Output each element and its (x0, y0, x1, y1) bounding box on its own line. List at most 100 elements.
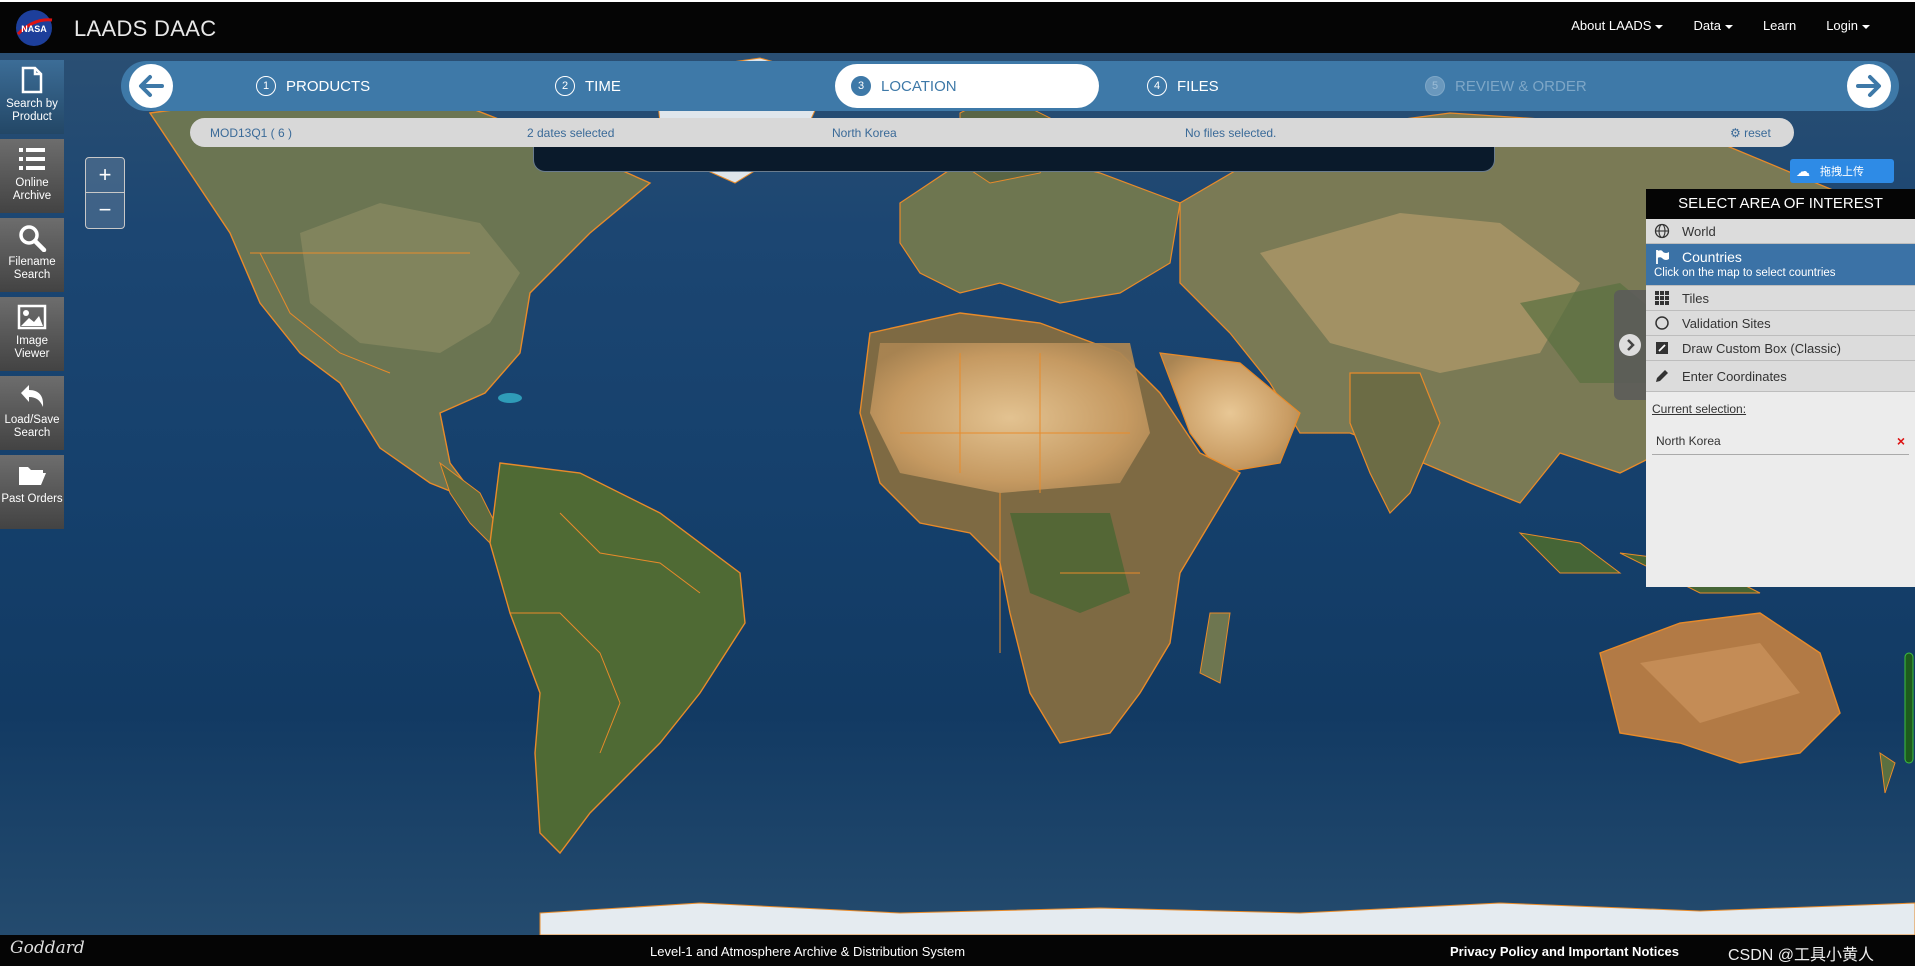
step-number: 2 (555, 76, 575, 96)
caret-down-icon (1655, 24, 1664, 29)
world-map[interactable] (0, 53, 1915, 935)
step-number: 1 (256, 76, 276, 96)
list-icon (19, 148, 45, 170)
image-icon (17, 304, 47, 330)
remove-selection-button[interactable]: × (1897, 433, 1905, 449)
aoi-option-enter-coordinates[interactable]: Enter Coordinates (1646, 361, 1915, 392)
sidebar-past-orders[interactable]: Past Orders (0, 455, 64, 529)
sidebar-label: Search (13, 427, 51, 439)
nav-data[interactable]: Data (1693, 18, 1733, 33)
nav-about-laads[interactable]: About LAADS (1571, 18, 1664, 33)
footer-system-name: Level-1 and Atmosphere Archive & Distrib… (650, 944, 966, 959)
summary-dates[interactable]: 2 dates selected (527, 126, 614, 140)
wizard-next-button[interactable] (1847, 64, 1891, 108)
zoom-in-button[interactable]: + (86, 158, 124, 192)
nav-login-label: Login (1826, 18, 1858, 33)
summary-product[interactable]: MOD13Q1 ( 6 ) (210, 126, 292, 140)
step-location[interactable]: 3 LOCATION (835, 64, 1099, 108)
panel-collapse-toggle[interactable] (1614, 290, 1646, 400)
aoi-option-label: Enter Coordinates (1682, 368, 1787, 384)
nav-learn-label: Learn (1762, 18, 1797, 33)
aoi-option-countries[interactable]: Countries Click on the map to select cou… (1646, 244, 1915, 286)
upload-label: 拖拽上传 (1820, 166, 1864, 178)
summary-dropdown-panel (533, 147, 1495, 172)
zoom-out-button[interactable]: − (86, 192, 124, 227)
nasa-logo-text: NASA (21, 24, 47, 34)
nav-login[interactable]: Login (1826, 18, 1870, 33)
flag-icon (1656, 250, 1669, 264)
sidebar-online-archive[interactable]: Online Archive (0, 139, 64, 213)
sidebar-label: Online (15, 177, 49, 189)
current-selection-section: Current selection: North Korea × (1646, 392, 1915, 465)
globe-icon (1654, 223, 1670, 239)
step-review-order: 5 REVIEW & ORDER (1425, 74, 1587, 98)
top-nav: About LAADS Data Learn Login (1571, 18, 1870, 33)
step-time[interactable]: 2 TIME (555, 74, 621, 98)
arrow-left-icon (139, 75, 164, 97)
step-label: PRODUCTS (286, 77, 371, 95)
aoi-option-label: World (1682, 223, 1716, 239)
current-selection-item: North Korea × (1652, 428, 1909, 455)
left-sidebar: Search by Product Online Archive Filenam… (0, 60, 64, 534)
sidebar-label: Image (16, 335, 48, 347)
cloud-upload-icon: ☁ (1796, 162, 1810, 179)
reset-label: reset (1744, 126, 1771, 140)
aoi-option-validation-sites[interactable]: Validation Sites (1646, 311, 1915, 336)
aoi-option-hint: Click on the map to select countries (1654, 267, 1836, 279)
summary-files[interactable]: No files selected. (1185, 126, 1276, 140)
step-label: REVIEW & ORDER (1455, 77, 1587, 95)
sidebar-label: Search by (6, 98, 58, 110)
europe-region[interactable] (899, 152, 1181, 304)
grid-icon (1655, 291, 1669, 305)
aoi-option-label: Validation Sites (1682, 315, 1771, 331)
circle-icon (1655, 316, 1669, 330)
nav-data-label: Data (1693, 18, 1721, 33)
app-title[interactable]: LAADS DAAC (74, 16, 216, 42)
privacy-policy-link[interactable]: Privacy Policy and Important Notices (1450, 944, 1679, 959)
goddard-logo[interactable]: Goddard (10, 938, 85, 958)
sidebar-label: Viewer (14, 348, 50, 360)
sidebar-label: Past Orders (1, 493, 63, 505)
undo-icon (21, 385, 44, 407)
aoi-option-label: Tiles (1682, 290, 1709, 306)
current-selection-label: Current selection: (1652, 402, 1747, 416)
sidebar-label: Filename (8, 256, 56, 268)
caret-down-icon (1862, 24, 1870, 29)
sidebar-label: Product (12, 111, 52, 123)
nav-learn[interactable]: Learn (1763, 18, 1796, 33)
sidebar-image-viewer[interactable]: Image Viewer (0, 297, 64, 371)
south-america-region[interactable] (489, 462, 746, 855)
sidebar-search-by-product[interactable]: Search by Product (0, 60, 64, 134)
nav-about-laads-label: About LAADS (1571, 18, 1652, 33)
wizard-back-button[interactable] (129, 64, 173, 108)
footer: Goddard Level-1 and Atmosphere Archive &… (0, 935, 1915, 966)
arrow-right-icon (1856, 75, 1881, 97)
aoi-option-draw-custom-box[interactable]: Draw Custom Box (Classic) (1646, 336, 1915, 361)
nasa-logo-icon[interactable]: NASA (12, 8, 56, 48)
upload-widget-button[interactable]: ☁ 拖拽上传 (1790, 159, 1894, 183)
map-canvas[interactable] (0, 53, 1915, 935)
top-navbar: NASA LAADS DAAC About LAADS Data Learn L… (0, 0, 1915, 53)
summary-location[interactable]: North Korea (832, 126, 897, 140)
aoi-option-label: Draw Custom Box (Classic) (1682, 340, 1841, 356)
sidebar-filename-search[interactable]: Filename Search (0, 218, 64, 292)
step-files[interactable]: 4 FILES (1147, 74, 1219, 98)
area-of-interest-panel: SELECT AREA OF INTEREST World Countries … (1646, 189, 1915, 587)
aoi-option-tiles[interactable]: Tiles (1646, 286, 1915, 311)
sidebar-label: Load/Save (4, 414, 60, 426)
reset-button[interactable]: ⚙ reset (1730, 126, 1771, 140)
aoi-panel-title: SELECT AREA OF INTEREST (1646, 189, 1915, 219)
pencil-icon (1656, 370, 1668, 382)
sidebar-load-save-search[interactable]: Load/Save Search (0, 376, 64, 450)
step-products[interactable]: 1 PRODUCTS (256, 74, 370, 98)
current-selection-value: North Korea (1656, 434, 1721, 448)
edit-box-icon (1656, 342, 1668, 354)
step-number: 3 (851, 76, 871, 96)
csdn-watermark: CSDN @工具小黄人 (1728, 947, 1875, 964)
aoi-option-world[interactable]: World (1646, 219, 1915, 244)
search-icon (19, 225, 47, 252)
aoi-option-label: Countries (1682, 249, 1742, 265)
document-icon (21, 66, 43, 94)
selection-summary-bar: MOD13Q1 ( 6 ) 2 dates selected North Kor… (190, 118, 1794, 147)
zoom-control: + − (85, 157, 125, 229)
